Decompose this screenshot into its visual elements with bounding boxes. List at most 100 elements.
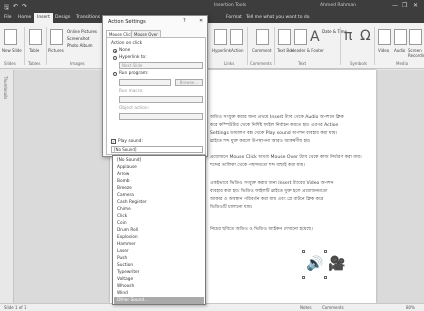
list-item[interactable]: Bomb <box>117 178 203 185</box>
run-program-label: Run program: <box>119 71 149 76</box>
doc-line: ভিডিওটি চালানো যায়। <box>210 205 253 210</box>
wordart-icon[interactable]: A <box>310 29 320 45</box>
sound-dropdown-list[interactable]: [No Sound] Applause Arrow Bomb Breeze Ca… <box>112 155 206 305</box>
list-item[interactable]: Wind <box>117 290 203 297</box>
group-text: Text <box>298 61 307 66</box>
notes-button[interactable]: Notes <box>300 305 312 310</box>
list-item[interactable]: Laser <box>117 248 203 255</box>
play-sound-select[interactable]: [No Sound] <box>111 146 203 153</box>
doc-line: নিচের ছবিতে অডিও ও ভিডিও আইকন দেখানো হয়… <box>210 227 313 232</box>
browse-button[interactable]: Browse... <box>175 79 203 86</box>
object-action-select[interactable] <box>119 113 203 120</box>
table-button[interactable] <box>29 29 42 45</box>
comment-button[interactable] <box>256 29 269 45</box>
thumbnail-pane[interactable]: Thumbnails <box>0 70 14 303</box>
none-radio[interactable] <box>113 49 117 53</box>
online-pictures-button[interactable]: Online Pictures <box>67 29 97 34</box>
minimize-button[interactable]: — <box>392 2 398 9</box>
ribbon-separator <box>247 27 248 65</box>
list-item[interactable]: Push <box>117 255 203 262</box>
hyperlink-select[interactable]: Next Slide <box>119 62 203 69</box>
run-macro-label: Run macro: <box>119 89 144 94</box>
run-program-input[interactable] <box>119 79 171 86</box>
group-images: Images <box>70 61 85 66</box>
tab-insert[interactable]: Insert <box>34 13 53 23</box>
save-icon[interactable]: 🖫 <box>4 3 9 13</box>
run-program-radio[interactable] <box>113 72 117 76</box>
list-item[interactable]: Applause <box>117 164 203 171</box>
dialog-title: Action Settings <box>108 19 146 25</box>
list-item[interactable]: Voltage <box>117 276 203 283</box>
resize-handle[interactable] <box>302 276 305 279</box>
screen-recording-button[interactable] <box>409 29 422 45</box>
doc-line: একইভাবে ভিডিও সংযুক্ত করার জন্য Insert ট… <box>210 181 334 186</box>
tab-home[interactable]: Home <box>18 15 31 20</box>
list-item[interactable]: Cash Register <box>117 199 203 206</box>
resize-handle[interactable] <box>302 250 305 253</box>
screenshot-button[interactable]: Screenshot <box>67 36 89 41</box>
close-window-button[interactable]: ✕ <box>413 2 418 9</box>
video-camera-icon[interactable]: 🎥 <box>328 256 345 272</box>
screen-recording-label: Screen Recording <box>408 48 424 58</box>
tell-me-box[interactable]: Tell me what you want to do <box>246 15 310 20</box>
tab-design[interactable]: Design <box>55 15 71 20</box>
play-sound-checkbox[interactable]: ✓ <box>111 139 116 144</box>
doc-line: ব্যবহার করা হয়। ভিডিও ফাইলটি স্লাইডে যু… <box>210 189 328 194</box>
action-button[interactable] <box>230 29 243 45</box>
ribbon-separator <box>374 27 375 65</box>
hyperlink-radio[interactable] <box>113 56 117 60</box>
header-footer-button[interactable] <box>294 29 307 45</box>
list-item[interactable]: Whoosh <box>117 283 203 290</box>
zoom-level[interactable]: 80% <box>406 305 415 310</box>
list-item[interactable]: Arrow <box>117 171 203 178</box>
list-item[interactable]: Chime <box>117 206 203 213</box>
user-name[interactable]: Ahmed Rahman <box>320 3 356 8</box>
tab-file[interactable]: File <box>4 15 12 20</box>
window-title: Insertion Tools <box>214 3 247 8</box>
resize-handle[interactable] <box>324 250 327 253</box>
list-item[interactable]: Breeze <box>117 185 203 192</box>
doc-line: করে কম্পিউটার থেকে নির্দিষ্ট ফাইল নির্বা… <box>210 123 339 128</box>
undo-icon[interactable]: ↶ <box>13 3 18 10</box>
tab-format[interactable]: Format <box>226 15 242 20</box>
group-slides: Slides <box>4 61 16 66</box>
list-item[interactable]: Typewriter <box>117 269 203 276</box>
pictures-button[interactable] <box>50 29 63 45</box>
video-button[interactable] <box>378 29 391 45</box>
hyperlink-button[interactable] <box>214 29 227 45</box>
group-links: Links <box>224 61 235 66</box>
symbol-icon[interactable]: Ω <box>360 28 371 44</box>
list-item-selected[interactable]: Other Sound... <box>114 297 204 304</box>
equation-icon[interactable]: π <box>344 28 352 44</box>
list-item[interactable]: Suction <box>117 262 203 269</box>
list-item[interactable]: Camera <box>117 192 203 199</box>
list-item[interactable]: Explosion <box>117 234 203 241</box>
tab-transitions[interactable]: Transitions <box>76 15 100 20</box>
maximize-button[interactable]: ❐ <box>402 2 407 9</box>
redo-icon[interactable]: ↷ <box>22 3 27 10</box>
none-label: None <box>119 48 131 53</box>
action-settings-dialog: Action Settings ? ✕ Mouse Click Mouse Ov… <box>102 15 208 157</box>
list-item[interactable]: [No Sound] <box>117 157 203 164</box>
audio-button[interactable] <box>394 29 407 45</box>
group-comments: Comments <box>250 61 272 66</box>
list-item[interactable]: Coin <box>117 220 203 227</box>
title-bar: 🖫 ↶ ↷ Insertion Tools Ahmed Rahman — ❐ ✕ <box>0 0 424 13</box>
dialog-close-button[interactable]: ✕ <box>199 18 203 24</box>
doc-line: Settings ডায়ালগ বক্স থেকে Play sound অপ… <box>210 131 338 136</box>
run-macro-select[interactable] <box>119 96 203 103</box>
photo-album-button[interactable]: Photo Album <box>67 43 93 48</box>
list-item[interactable]: Drum Roll <box>117 227 203 234</box>
help-button[interactable]: ? <box>183 18 186 24</box>
text-box-button[interactable] <box>278 29 291 45</box>
resize-handle[interactable] <box>324 276 327 279</box>
new-slide-button[interactable] <box>4 29 17 45</box>
group-tables: Tables <box>28 61 41 66</box>
sound-icon[interactable]: 🔊 <box>306 256 323 272</box>
doc-line: স্লাইডে শব্দ যুক্ত করলে উপস্থাপনা আরও আক… <box>210 139 311 144</box>
list-item[interactable]: Click <box>117 213 203 220</box>
doc-line: আকার ও অবস্থান পরিবর্তন করা যায় এবং প্ল… <box>210 197 324 202</box>
comments-button[interactable]: Comments <box>322 305 344 310</box>
list-item[interactable]: Hammer <box>117 241 203 248</box>
pictures-label: Pictures <box>48 48 64 53</box>
